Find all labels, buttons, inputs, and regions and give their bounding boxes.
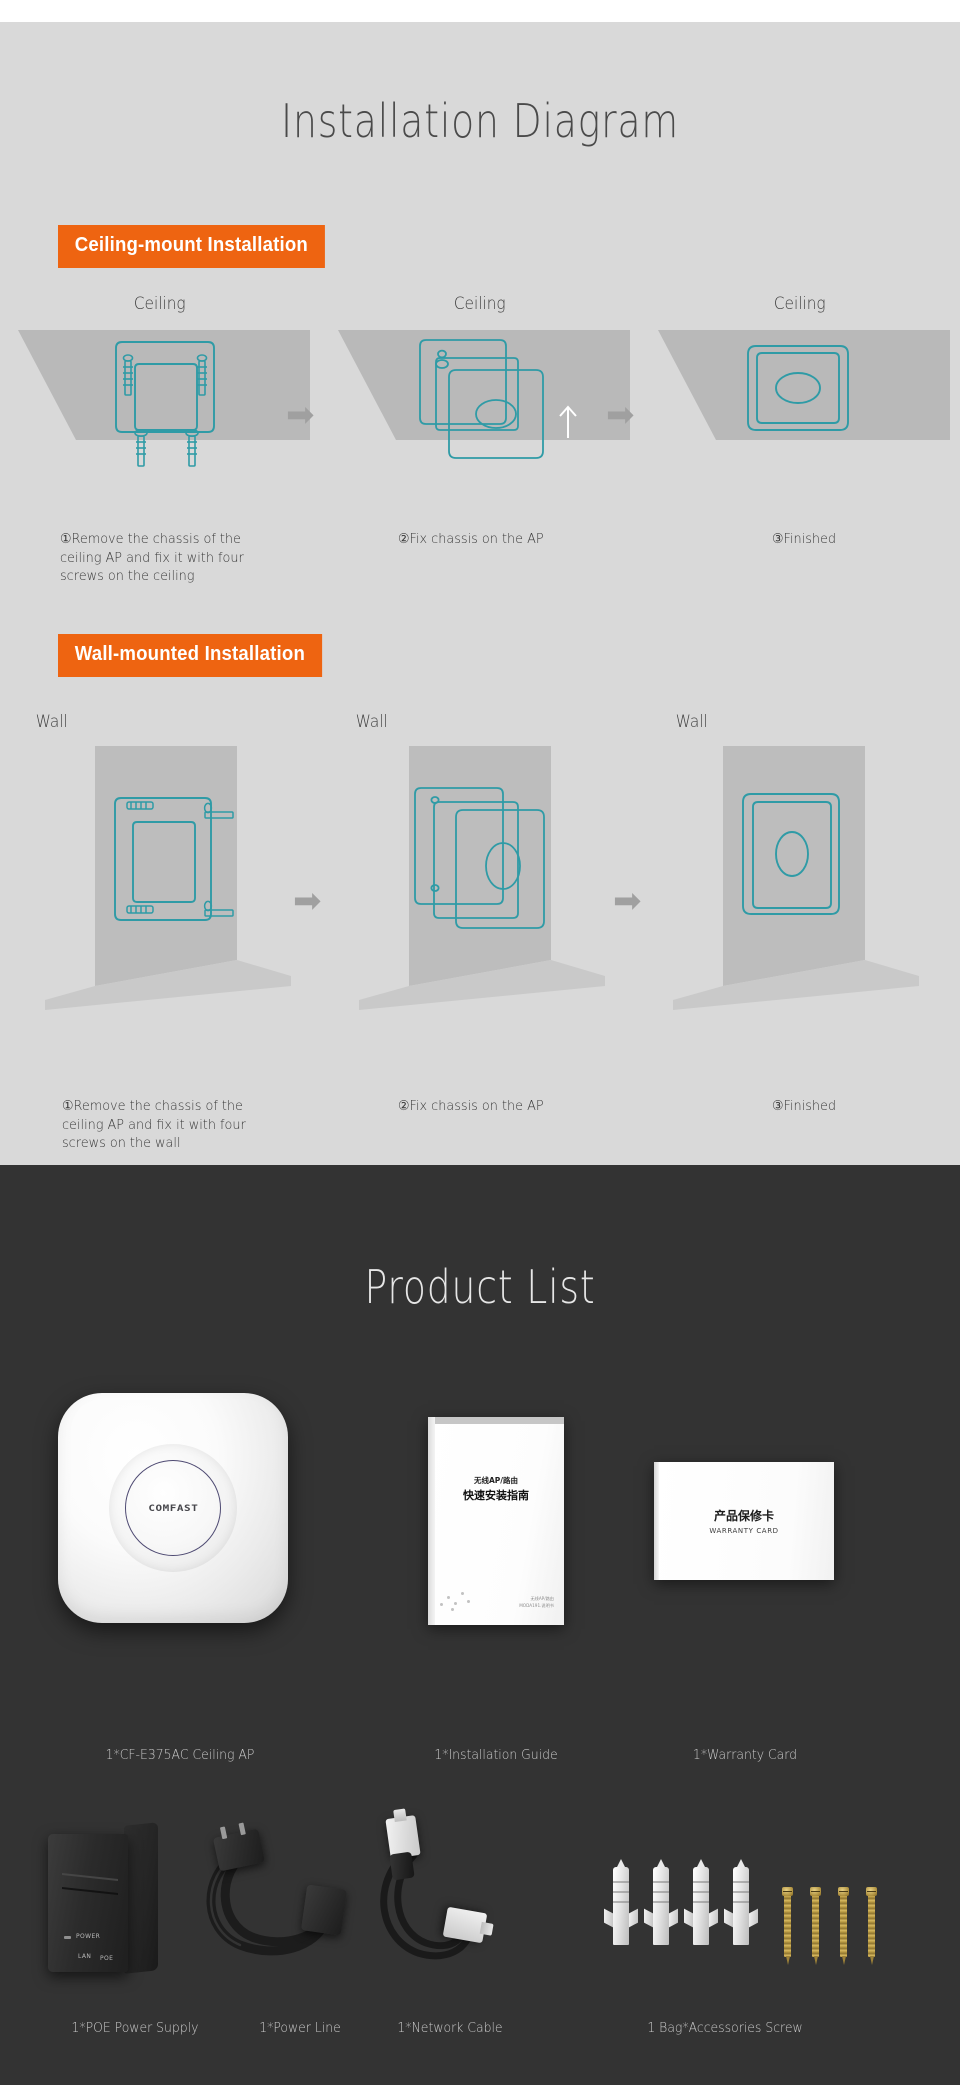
wall-step-2-head: Wall — [355, 712, 388, 732]
ceiling-caption-2: ②Fix chassis on the AP — [398, 531, 544, 547]
product-accessories-screw — [604, 1855, 900, 1965]
product-list-section: Product List COMFAST 无线AP/路由 快速安装指南 无线AP… — [0, 1165, 960, 2085]
wall-step-3: Wall — [640, 712, 960, 1033]
ceiling-caption-1: ①Remove the chassis of the ceiling AP an… — [60, 531, 244, 585]
rj45-latch-2 — [479, 1921, 494, 1936]
wall-step-1-head: Wall — [35, 712, 68, 732]
product-poe-supply: POWER LAN POE — [48, 1820, 166, 1975]
warranty-card-image: 产品保修卡 WARRANTY CARD — [654, 1462, 834, 1580]
wall-steps-row: Wall ➡ Wall ➡ Wall — [0, 712, 960, 1033]
screw-2 — [810, 1887, 821, 1965]
network-cable-image — [358, 1808, 508, 1973]
arrow-right-icon-4: ➡ — [613, 881, 642, 921]
product-ceiling-ap: COMFAST — [58, 1393, 288, 1623]
booklet-footer-line2: MODA191.说明书 — [519, 1602, 554, 1608]
wall-mounted-banner: Wall-mounted Installation — [58, 634, 322, 677]
ceiling-caption-3: ③Finished — [772, 531, 837, 547]
poe-power-label: POWER — [76, 1933, 101, 1940]
warranty-card-edge — [654, 1462, 659, 1580]
wall-step-2-illustration: ➡ — [325, 738, 642, 1033]
ceiling-mount-banner: Ceiling-mount Installation — [58, 225, 325, 268]
ceiling-diagram-1 — [18, 330, 310, 467]
power-plug-iec — [300, 1884, 348, 1936]
poe-power-supply-image: POWER LAN POE — [48, 1820, 166, 1975]
product-label-ap: 1*CF-E375AC Ceiling AP — [105, 1747, 255, 1763]
wall-anchor-4 — [724, 1859, 758, 1945]
ceiling-diagram-2 — [338, 330, 630, 459]
wall-step-1: Wall ➡ — [0, 712, 322, 1033]
booklet-subtitle: 无线AP/路由 — [473, 1476, 519, 1485]
booklet-top-edge — [435, 1417, 564, 1424]
installation-diagram-section: Installation Diagram Ceiling-mount Insta… — [0, 22, 960, 1165]
poe-power-led — [64, 1936, 71, 1939]
warranty-title-en: WARRANTY CARD — [709, 1527, 779, 1535]
accessories-screw-image — [604, 1855, 900, 1965]
ceiling-step-1: Ceiling ➡ — [0, 294, 320, 510]
arrow-right-icon-2: ➡ — [606, 395, 635, 435]
ap-device-image: COMFAST — [58, 1393, 288, 1623]
product-list-title: Product List — [364, 1260, 596, 1314]
booklet-footer: 无线AP/路由 MODA191.说明书 — [519, 1596, 554, 1609]
ceiling-step-2-head: Ceiling — [454, 294, 506, 314]
ceiling-diagram-3 — [658, 330, 950, 440]
rj45-latch-1 — [393, 1808, 407, 1822]
wall-diagram-2 — [359, 746, 605, 1010]
wall-step-2: Wall ➡ — [320, 712, 642, 1033]
wall-diagram-3 — [673, 746, 919, 1010]
product-installation-guide: 无线AP/路由 快速安装指南 无线AP/路由 MODA191.说明书 — [428, 1417, 564, 1625]
wall-caption-1: ①Remove the chassis of the ceiling AP an… — [62, 1098, 246, 1152]
ceiling-step-3-illustration — [650, 320, 950, 510]
product-label-guide: 1*Installation Guide — [434, 1747, 558, 1763]
booklet-dot-pattern — [440, 1587, 474, 1611]
warranty-title-cn: 产品保修卡 — [713, 1509, 774, 1523]
poe-lan-label: LAN — [78, 1953, 92, 1960]
screw-3 — [838, 1887, 849, 1965]
wall-anchor-2 — [644, 1859, 678, 1945]
ceiling-step-3-head: Ceiling — [774, 294, 826, 314]
booklet-spine — [428, 1417, 435, 1625]
comfast-logo: COMFAST — [147, 1502, 199, 1514]
product-power-line — [196, 1822, 371, 1975]
ceiling-step-2: Ceiling ➡ — [320, 294, 640, 510]
network-cable-svg — [380, 1851, 474, 1960]
rj45-boot-1 — [389, 1851, 415, 1881]
page-title: Installation Diagram — [281, 94, 679, 148]
wall-caption-3: ③Finished — [772, 1098, 837, 1114]
wall-diagram-1 — [45, 746, 291, 1010]
poe-front-panel — [48, 1834, 128, 1972]
wall-anchor-1 — [604, 1859, 638, 1945]
wall-caption-2: ②Fix chassis on the AP — [398, 1098, 544, 1114]
screw-1 — [782, 1887, 793, 1965]
arrow-right-icon-1: ➡ — [286, 395, 315, 435]
arrow-right-icon-3: ➡ — [293, 881, 322, 921]
installation-guide-image: 无线AP/路由 快速安装指南 无线AP/路由 MODA191.说明书 — [428, 1417, 564, 1625]
wall-step-3-illustration — [645, 738, 955, 1033]
product-label-warranty: 1*Warranty Card — [692, 1747, 798, 1763]
ceiling-step-1-head: Ceiling — [134, 294, 186, 314]
screw-4 — [866, 1887, 877, 1965]
product-label-netcable: 1*Network Cable — [397, 2020, 503, 2036]
booklet-title: 快速安装指南 — [463, 1489, 529, 1502]
product-network-cable — [358, 1808, 508, 1973]
power-line-image — [196, 1822, 371, 1975]
wall-step-3-head: Wall — [675, 712, 708, 732]
ceiling-step-1-illustration: ➡ — [10, 320, 315, 510]
product-label-screws: 1 Bag*Accessories Screw — [647, 2020, 803, 2036]
ceiling-step-3: Ceiling — [640, 294, 960, 510]
wall-step-1-illustration: ➡ — [5, 738, 322, 1033]
wall-anchor-3 — [684, 1859, 718, 1945]
poe-side-panel — [124, 1822, 158, 1974]
poe-poe-label: POE — [100, 1955, 114, 1962]
ap-ring-inner: COMFAST — [125, 1460, 221, 1556]
ceiling-steps-row: Ceiling ➡ Ceiling ➡ Ceiling — [0, 294, 960, 510]
ceiling-step-2-illustration: ➡ — [330, 320, 635, 510]
product-warranty-card: 产品保修卡 WARRANTY CARD — [654, 1462, 834, 1580]
